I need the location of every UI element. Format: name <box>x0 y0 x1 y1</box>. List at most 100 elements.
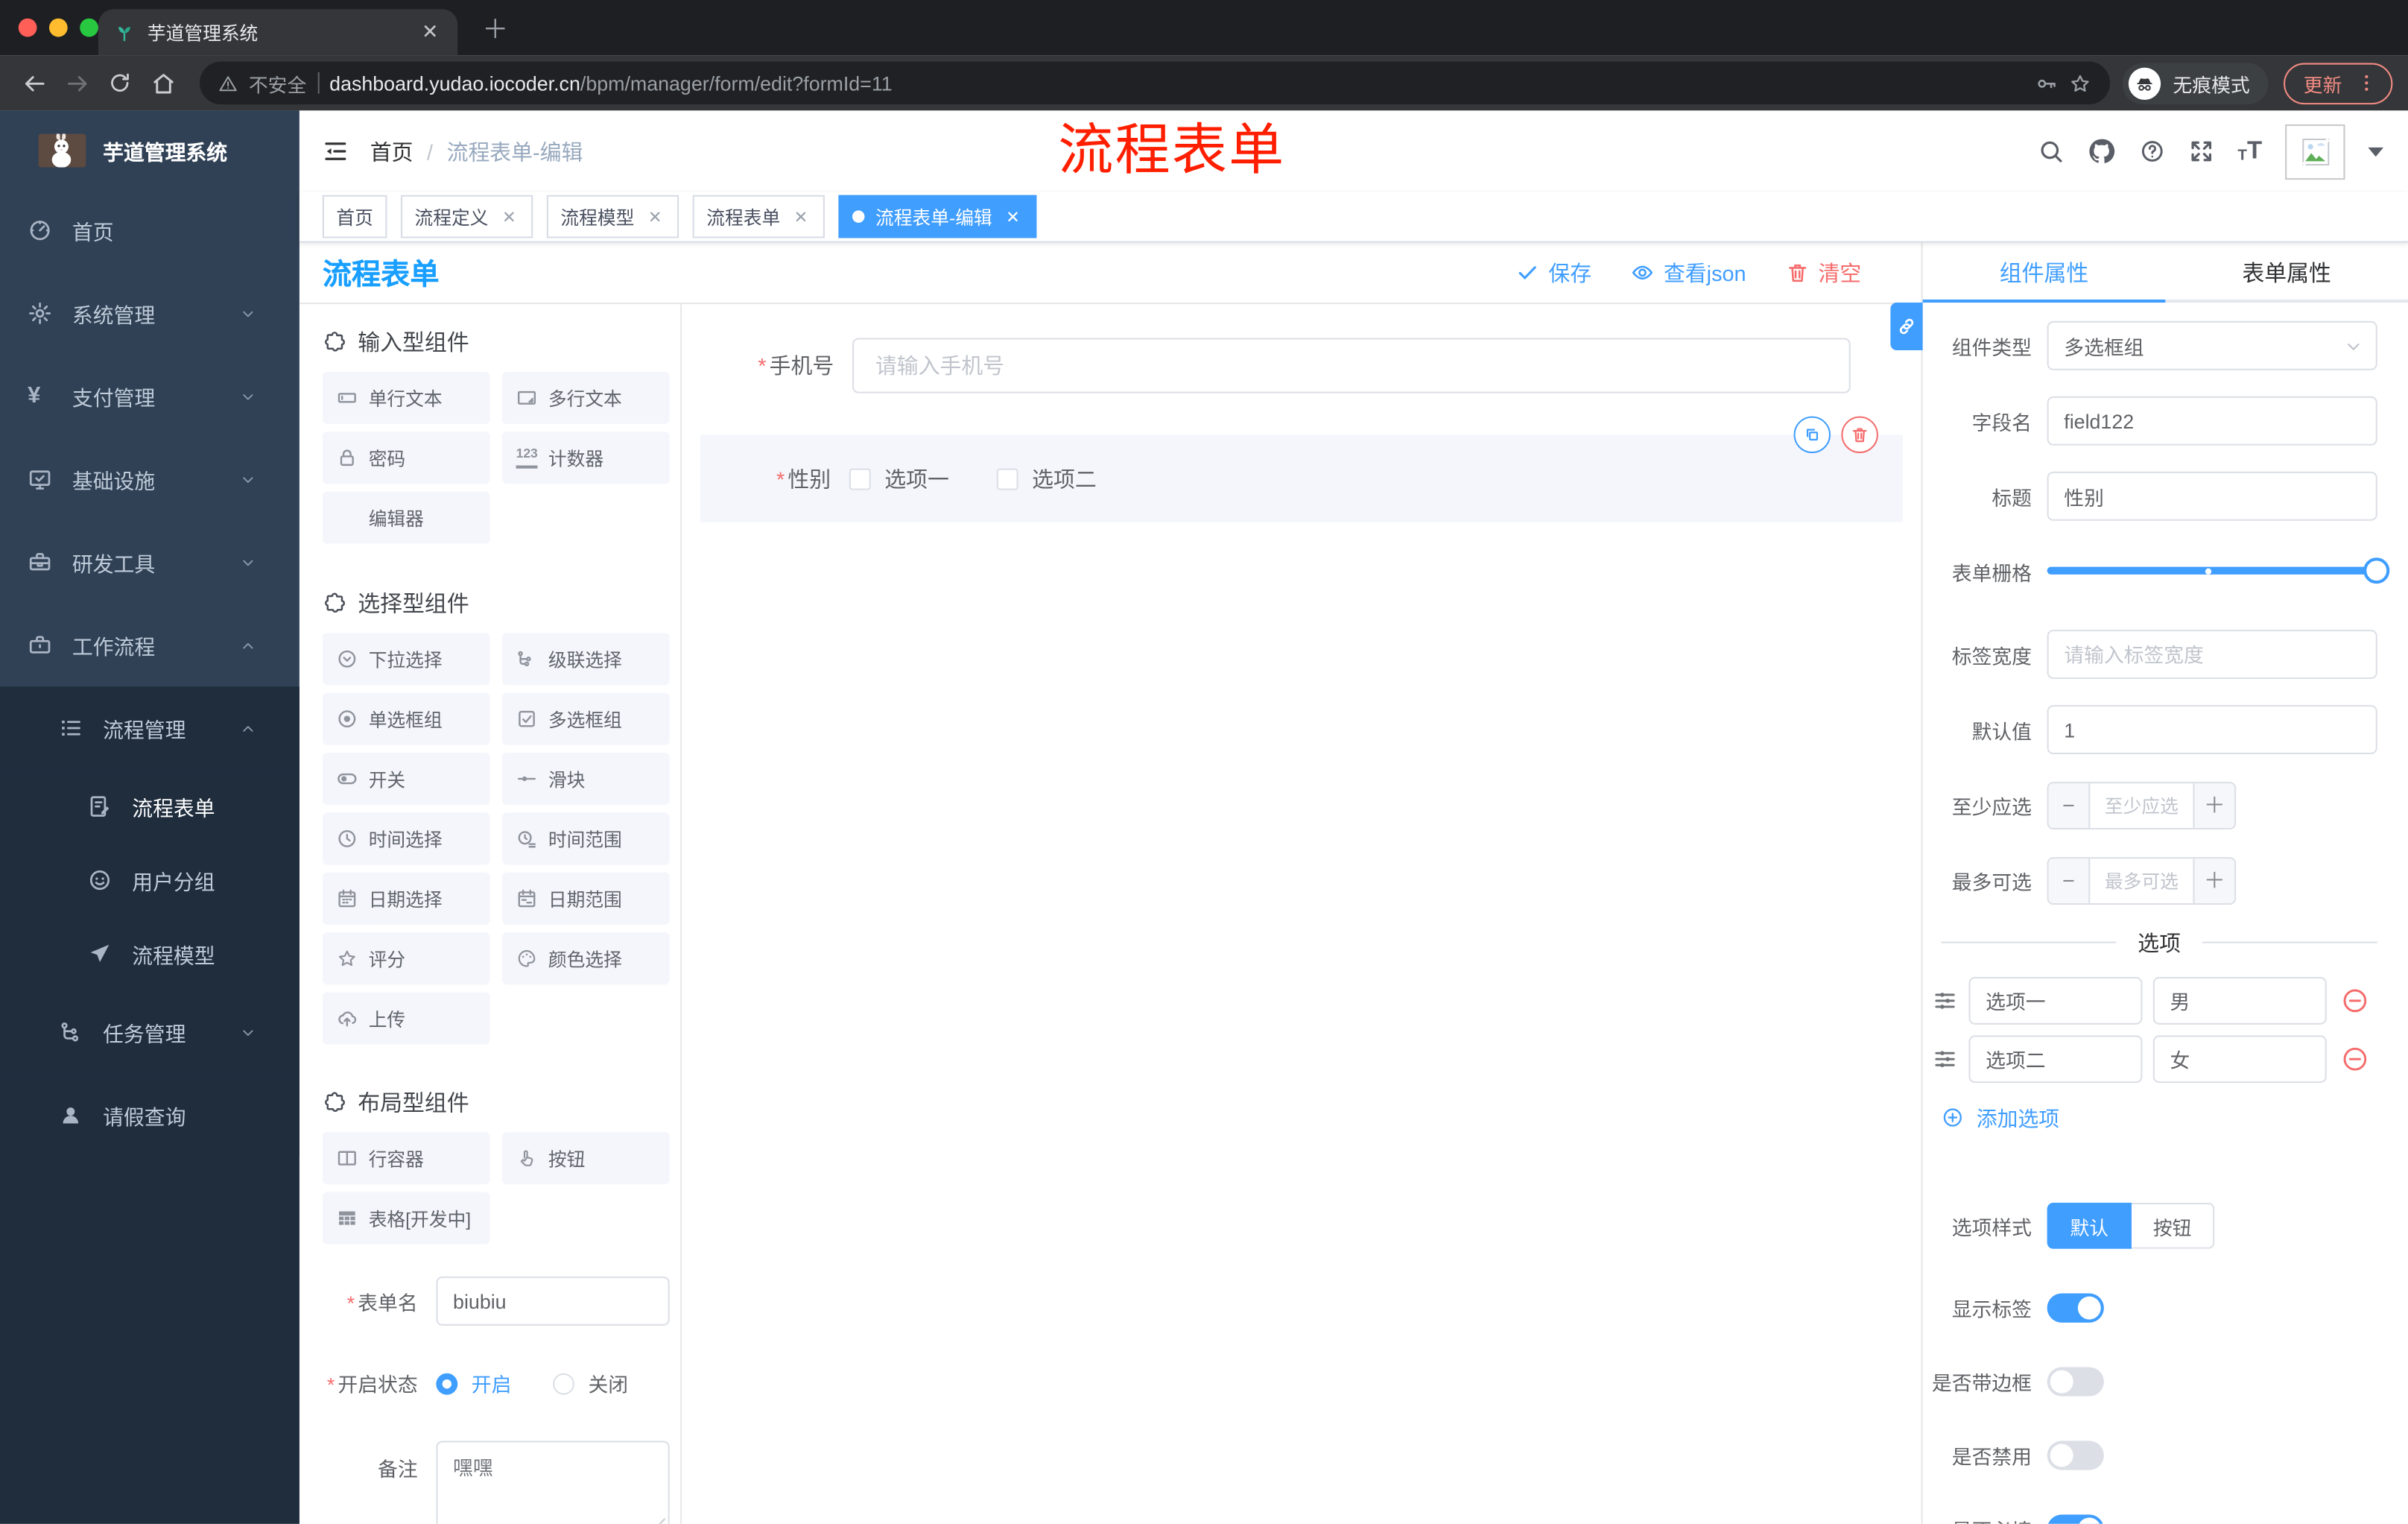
sidebar-item-6[interactable]: 工作流程 <box>0 604 300 686</box>
component-button[interactable]: 级联选择 <box>502 633 670 686</box>
security-label[interactable]: 不安全 <box>249 69 306 98</box>
component-button[interactable]: 多选框组 <box>502 692 670 745</box>
status-off-radio[interactable] <box>553 1372 574 1394</box>
option-value-input[interactable] <box>2152 1035 2327 1084</box>
sidebar-item-2[interactable]: 系统管理 <box>0 272 300 355</box>
component-button[interactable]: 上传 <box>322 992 490 1045</box>
form-remark-textarea[interactable]: 嘿嘿 <box>436 1441 670 1524</box>
drag-handle-icon[interactable] <box>1932 987 1958 1014</box>
max-placeholder[interactable]: 最多可选 <box>2090 858 2193 902</box>
zoom-window-button[interactable] <box>80 18 98 37</box>
toggle-switch[interactable] <box>2047 1366 2104 1396</box>
field-name-input[interactable] <box>2047 396 2377 446</box>
component-button[interactable]: 编辑器 <box>322 491 490 544</box>
font-size-icon[interactable]: TT <box>2237 139 2262 164</box>
status-off-label[interactable]: 关闭 <box>588 1369 628 1398</box>
drag-handle-icon[interactable] <box>1932 1046 1958 1072</box>
clear-button[interactable]: 清空 <box>1786 257 1861 288</box>
browser-tab[interactable]: 芋道管理系统 ✕ <box>98 9 458 56</box>
tag-5[interactable]: 流程表单-编辑 ✕ <box>838 195 1037 238</box>
component-button[interactable]: 密码 <box>322 431 490 484</box>
component-button[interactable]: 时间选择 <box>322 812 490 865</box>
component-button[interactable]: 时间范围 <box>502 812 670 865</box>
minus-button[interactable]: − <box>2048 858 2091 902</box>
view-json-button[interactable]: 查看json <box>1632 257 1746 288</box>
component-button[interactable]: 多行文本 <box>502 371 670 424</box>
sidebar-item-3[interactable]: ¥ 支付管理 <box>0 355 300 437</box>
phone-field-input[interactable] <box>852 338 1851 393</box>
slider-handle[interactable] <box>2363 557 2390 584</box>
component-button[interactable]: 123 计数器 <box>502 431 670 484</box>
form-grid-slider[interactable] <box>2047 547 2390 596</box>
sidebar-item-7[interactable]: 流程管理 <box>0 686 300 770</box>
chevron-down-icon[interactable] <box>2368 146 2384 156</box>
status-on-radio[interactable] <box>436 1372 458 1394</box>
github-icon[interactable] <box>2087 136 2116 165</box>
gender-widget-selected[interactable]: * 性别 选项一 选项二 <box>700 416 1903 522</box>
delete-widget-button[interactable] <box>1841 416 1878 454</box>
component-button[interactable]: 按钮 <box>502 1132 670 1185</box>
close-window-button[interactable] <box>18 18 37 37</box>
sidebar-item-8[interactable]: 流程表单 <box>0 769 300 844</box>
min-placeholder[interactable]: 至少应选 <box>2090 782 2193 827</box>
label-width-input[interactable] <box>2047 630 2377 680</box>
style-default-button[interactable]: 默认 <box>2047 1202 2132 1249</box>
url-text[interactable]: dashboard.yudao.iocoder.cn/bpm/manager/f… <box>329 72 2024 95</box>
component-type-select[interactable]: 多选框组 <box>2047 320 2377 370</box>
tag-close-icon[interactable]: ✕ <box>645 206 665 227</box>
component-button[interactable]: 颜色选择 <box>502 932 670 985</box>
option-label-input[interactable] <box>1968 1035 2143 1084</box>
avatar[interactable] <box>2285 123 2345 180</box>
sidebar-item-9[interactable]: 用户分组 <box>0 843 300 917</box>
update-button[interactable]: 更新 <box>2284 62 2393 104</box>
component-button[interactable]: 行容器 <box>322 1132 490 1185</box>
default-value-input[interactable] <box>2047 705 2377 755</box>
tag-close-icon[interactable]: ✕ <box>1003 206 1023 227</box>
title-input[interactable] <box>2047 471 2377 521</box>
add-option-button[interactable]: 添加选项 <box>1941 1101 2377 1132</box>
component-button[interactable]: 日期范围 <box>502 872 670 925</box>
tag-2[interactable]: 流程定义 ✕ <box>401 195 533 238</box>
sidebar-item-5[interactable]: 研发工具 <box>0 521 300 604</box>
save-button[interactable]: 保存 <box>1516 257 1591 288</box>
component-button[interactable]: 下拉选择 <box>322 633 490 686</box>
status-on-label[interactable]: 开启 <box>472 1369 512 1398</box>
reload-icon[interactable] <box>101 65 138 101</box>
toggle-switch[interactable] <box>2047 1514 2104 1524</box>
checkbox[interactable] <box>849 467 871 490</box>
component-button[interactable]: 表格[开发中] <box>322 1192 490 1245</box>
checkbox-option[interactable]: 选项一 <box>849 463 949 493</box>
component-button[interactable]: 单选框组 <box>322 692 490 745</box>
sidebar-item-1[interactable]: 首页 <box>0 189 300 272</box>
tag-3[interactable]: 流程模型 ✕ <box>546 195 679 238</box>
component-button[interactable]: 滑块 <box>502 752 670 806</box>
browser-menu-icon[interactable] <box>2356 72 2377 94</box>
sidebar-item-4[interactable]: 基础设施 <box>0 437 300 520</box>
plus-button[interactable]: ＋ <box>2193 782 2235 827</box>
component-button[interactable]: 日期选择 <box>322 872 490 925</box>
new-tab-button[interactable]: ＋ <box>482 17 508 43</box>
form-name-input[interactable] <box>436 1276 670 1326</box>
component-button[interactable]: 单行文本 <box>322 371 490 424</box>
back-icon[interactable] <box>16 65 52 101</box>
component-button[interactable]: 评分 <box>322 932 490 985</box>
tab-form-props[interactable]: 表单属性 <box>2165 243 2408 303</box>
copy-widget-button[interactable] <box>1793 416 1831 454</box>
collapse-sidebar-icon[interactable] <box>323 139 349 165</box>
sidebar-item-11[interactable]: 任务管理 <box>0 990 300 1074</box>
home-icon[interactable] <box>145 65 181 101</box>
tag-1[interactable]: 首页 <box>322 195 387 238</box>
toggle-switch[interactable] <box>2047 1292 2104 1322</box>
checkbox-option[interactable]: 选项二 <box>996 463 1097 493</box>
component-button[interactable]: 开关 <box>322 752 490 806</box>
tag-close-icon[interactable]: ✕ <box>499 206 519 227</box>
tab-component-props[interactable]: 组件属性 <box>1923 243 2166 303</box>
minus-button[interactable]: − <box>2048 782 2091 827</box>
style-button-button[interactable]: 按钮 <box>2132 1202 2215 1249</box>
checkbox[interactable] <box>996 467 1018 490</box>
url-bar[interactable]: 不安全 dashboard.yudao.iocoder.cn/bpm/manag… <box>199 61 2111 105</box>
tag-4[interactable]: 流程表单 ✕ <box>692 195 826 238</box>
sidebar-item-12[interactable]: 请假查询 <box>0 1073 300 1157</box>
search-icon[interactable] <box>2038 139 2064 165</box>
bookmark-star-icon[interactable] <box>2068 72 2091 95</box>
